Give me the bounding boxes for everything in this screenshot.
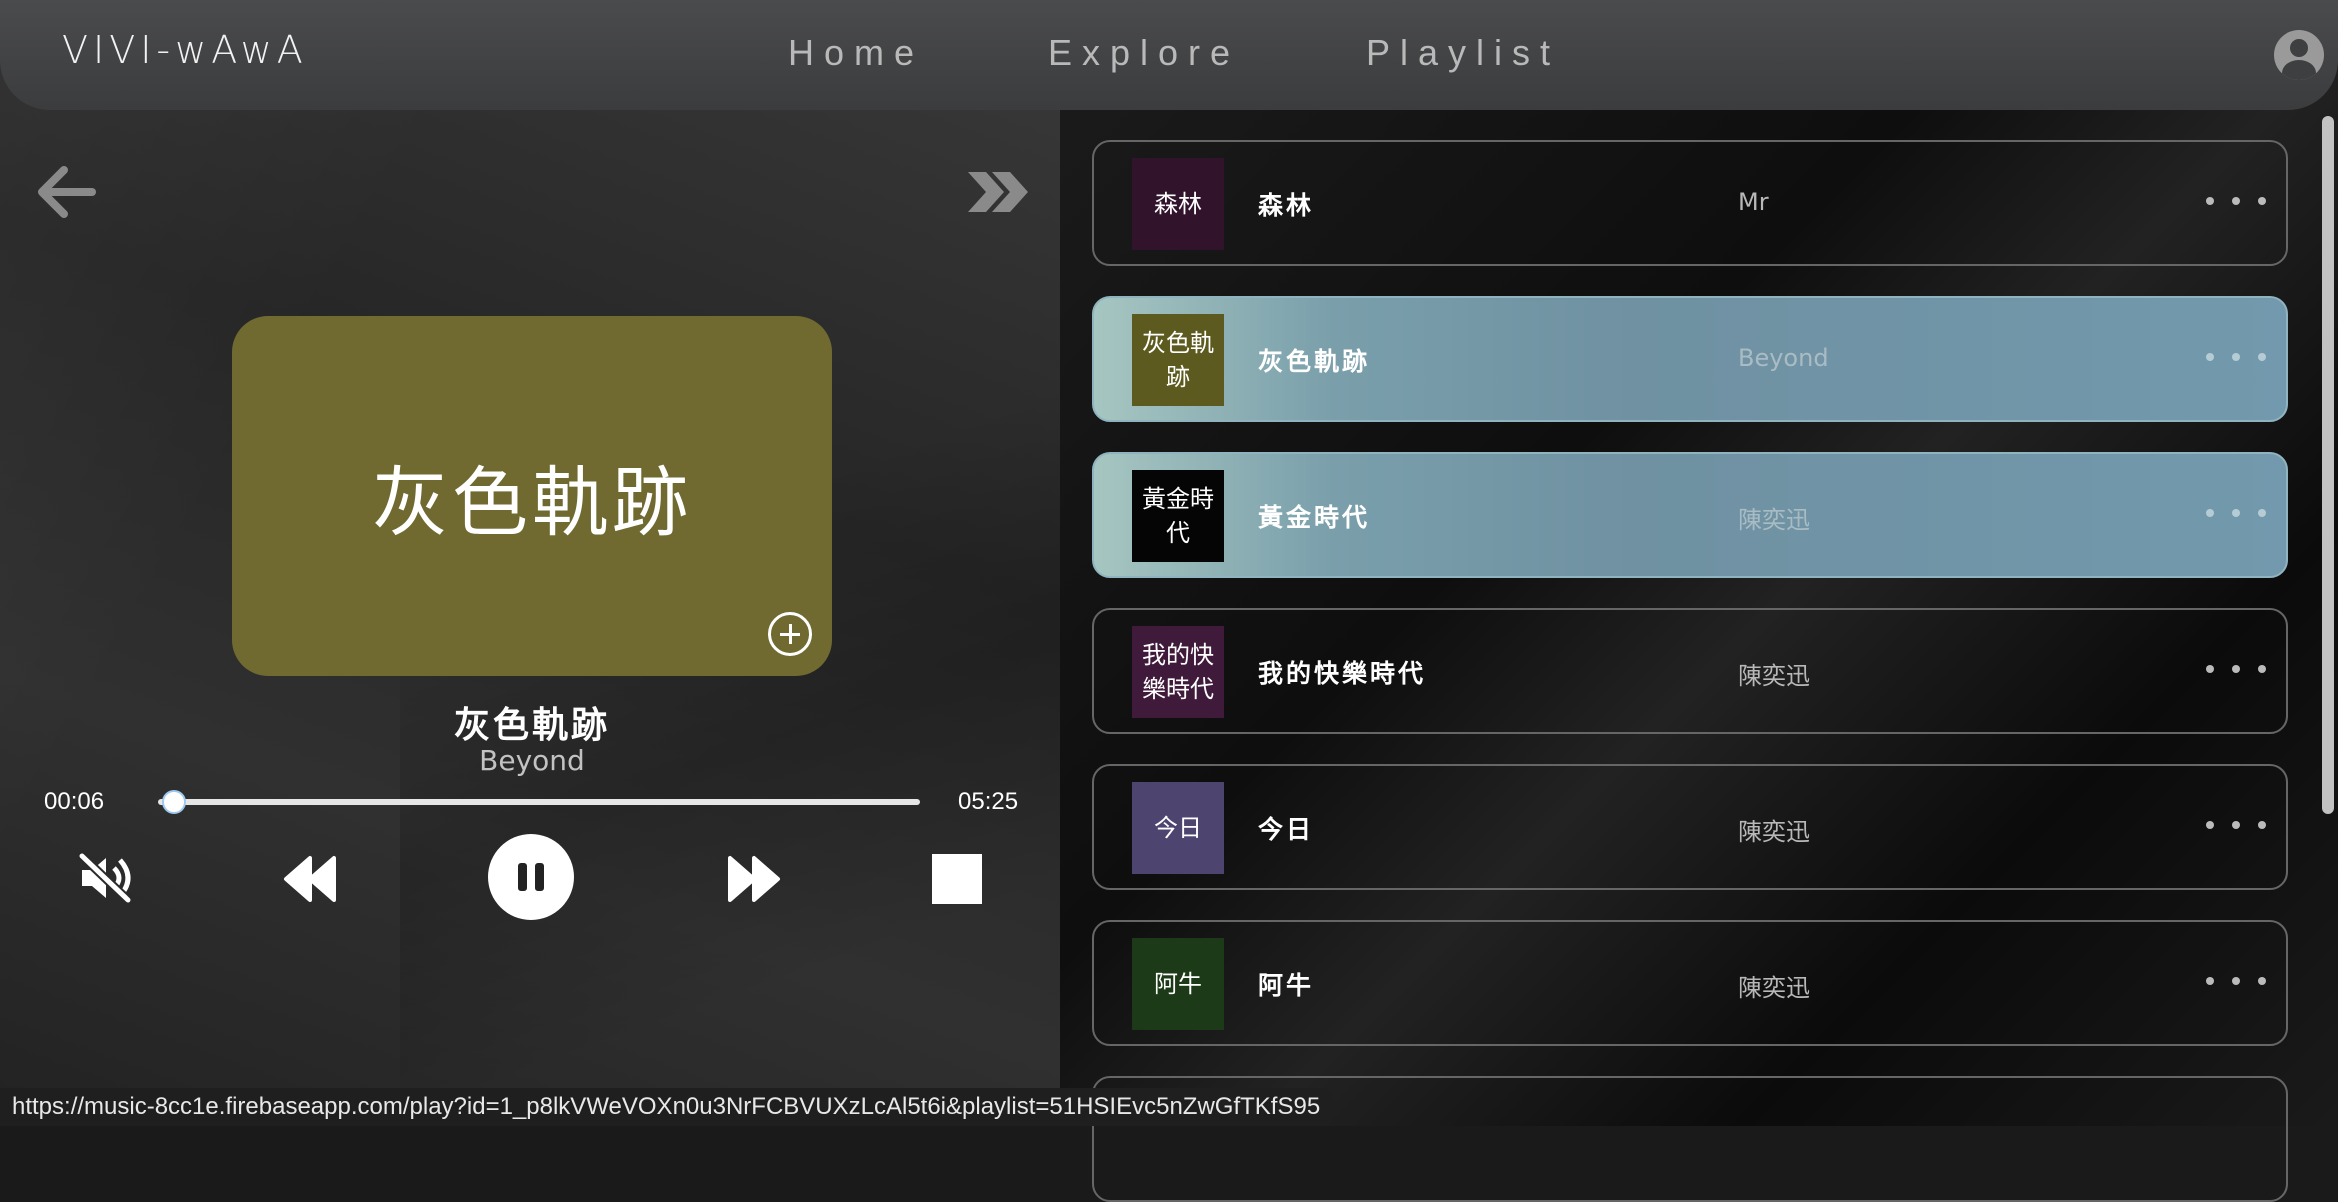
row-artist: Mr	[1738, 188, 1769, 216]
current-time: 00:06	[44, 788, 105, 815]
rewind-icon[interactable]	[282, 854, 338, 904]
row-title: 森林	[1258, 191, 1315, 220]
now-playing-title: 灰色軌跡	[453, 705, 610, 746]
row-thumbnail: 我的快樂時代	[1132, 626, 1224, 718]
row-title: 我的快樂時代	[1258, 659, 1427, 688]
scrollbar[interactable]	[2322, 116, 2334, 814]
row-title: 今日	[1258, 815, 1315, 844]
row-title: 黃金時代	[1258, 503, 1371, 532]
player-panel: 灰色軌跡 灰色軌跡 Beyond 00:06 05:25	[0, 0, 1100, 1130]
playlist-row[interactable]: 阿牛 阿牛 陳奕迅	[1092, 920, 2288, 1046]
pause-icon[interactable]	[488, 834, 574, 920]
row-thumbnail: 今日	[1132, 782, 1224, 874]
row-title: 灰色軌跡	[1258, 347, 1371, 376]
row-thumbnail: 灰色軌跡	[1132, 314, 1224, 406]
more-horizontal-icon[interactable]	[2206, 810, 2266, 840]
more-horizontal-icon[interactable]	[2206, 498, 2266, 528]
playlist-row[interactable]: 森林 森林 Mr	[1092, 140, 2288, 266]
nav-explore[interactable]: Explore	[1048, 32, 1240, 74]
row-artist: Beyond	[1738, 344, 1829, 372]
top-navbar: VIVI-wAwA Home Explore Playlist	[0, 0, 2338, 110]
nav-playlist[interactable]: Playlist	[1366, 32, 1560, 74]
more-horizontal-icon[interactable]	[2206, 342, 2266, 372]
playlist-row[interactable]: 今日 今日 陳奕迅	[1092, 764, 2288, 890]
nav-home[interactable]: Home	[788, 32, 924, 74]
add-circle-icon[interactable]	[768, 612, 812, 656]
progress-slider[interactable]	[158, 790, 920, 814]
status-url: https://music-8cc1e.firebaseapp.com/play…	[0, 1088, 1333, 1126]
progress-thumb[interactable]	[161, 790, 186, 814]
now-playing-artist: Beyond	[479, 744, 585, 777]
more-horizontal-icon[interactable]	[2206, 186, 2266, 216]
cover-title: 灰色軌跡	[372, 458, 692, 547]
row-artist: 陳奕迅	[1738, 974, 1810, 1002]
row-artist: 陳奕迅	[1738, 662, 1810, 690]
row-title: 阿牛	[1258, 971, 1315, 1000]
duration: 05:25	[958, 788, 1019, 815]
arrow-left-icon[interactable]	[34, 164, 98, 220]
row-artist: 陳奕迅	[1738, 506, 1810, 534]
double-chevron-right-icon[interactable]	[966, 168, 1030, 216]
volume-mute-icon[interactable]	[77, 851, 134, 905]
row-thumbnail: 阿牛	[1132, 938, 1224, 1030]
more-horizontal-icon[interactable]	[2206, 966, 2266, 996]
row-artist: 陳奕迅	[1738, 818, 1810, 846]
playlist-row[interactable]: 我的快樂時代 我的快樂時代 陳奕迅	[1092, 608, 2288, 734]
row-thumbnail: 黃金時代	[1132, 470, 1224, 562]
album-cover: 灰色軌跡	[232, 316, 832, 676]
more-horizontal-icon[interactable]	[2206, 654, 2266, 684]
fast-forward-icon[interactable]	[726, 854, 782, 904]
brand-logo[interactable]: VIVI-wAwA	[62, 28, 308, 72]
user-avatar-icon[interactable]	[2274, 30, 2324, 80]
playlist-row[interactable]: 灰色軌跡 灰色軌跡 Beyond	[1092, 296, 2288, 422]
playlist-row[interactable]: 黃金時代 黃金時代 陳奕迅	[1092, 452, 2288, 578]
row-thumbnail: 森林	[1132, 158, 1224, 250]
stop-icon[interactable]	[932, 854, 982, 904]
